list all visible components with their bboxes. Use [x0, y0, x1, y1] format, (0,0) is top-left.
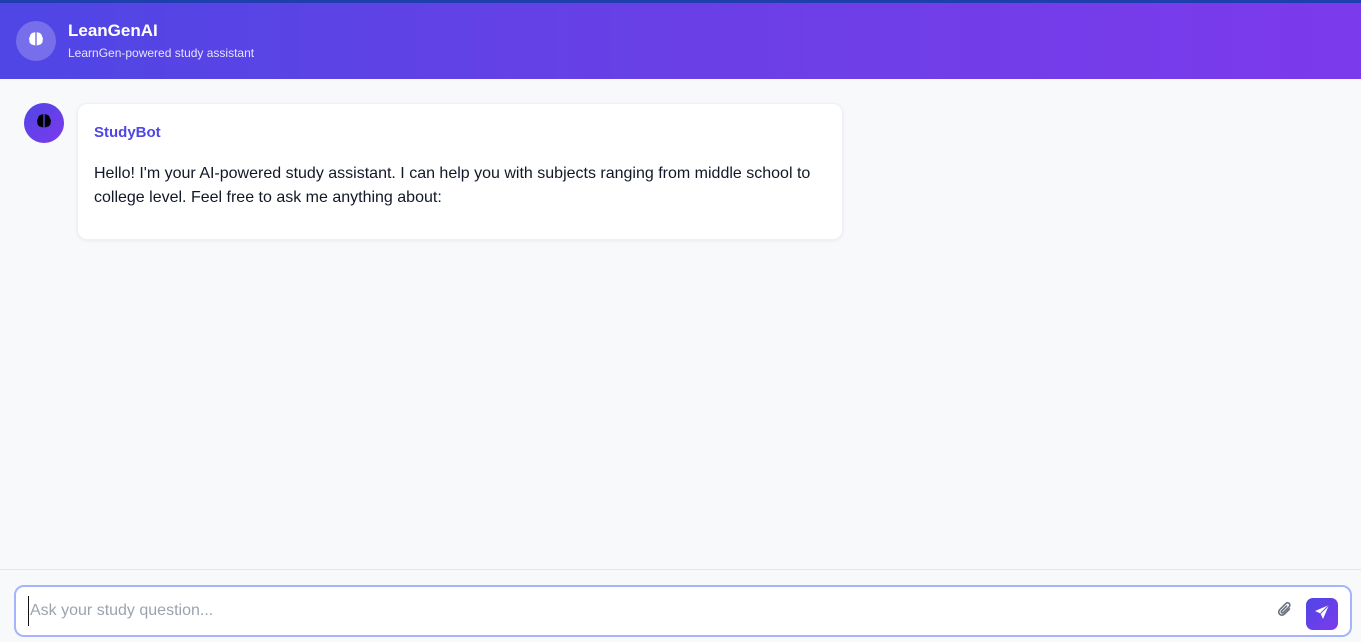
attach-button[interactable] — [1274, 601, 1296, 623]
composer — [14, 585, 1352, 637]
app-title: LeanGenAI — [68, 21, 158, 40]
paperclip-icon — [1277, 601, 1293, 624]
app-subtitle: LearnGen-powered study assistant — [68, 46, 255, 60]
send-icon — [1314, 604, 1330, 625]
brand: LeanGenAI LearnGen-powered study assista… — [68, 21, 254, 61]
message-sender: StudyBot — [94, 124, 161, 141]
bot-avatar — [24, 103, 64, 143]
composer-bar — [0, 569, 1361, 642]
logo-badge — [16, 21, 56, 61]
brain-icon — [34, 111, 54, 136]
message-bubble: StudyBot Hello! I'm your AI-powered stud… — [77, 103, 843, 240]
chat-area[interactable]: StudyBot Hello! I'm your AI-powered stud… — [0, 79, 1361, 569]
chat-message: StudyBot Hello! I'm your AI-powered stud… — [24, 103, 843, 240]
send-button[interactable] — [1306, 598, 1338, 630]
brain-icon — [26, 29, 46, 54]
message-text: Hello! I'm your AI-powered study assista… — [94, 165, 811, 206]
app-header: LeanGenAI LearnGen-powered study assista… — [0, 3, 1361, 79]
question-input[interactable] — [28, 596, 1258, 626]
